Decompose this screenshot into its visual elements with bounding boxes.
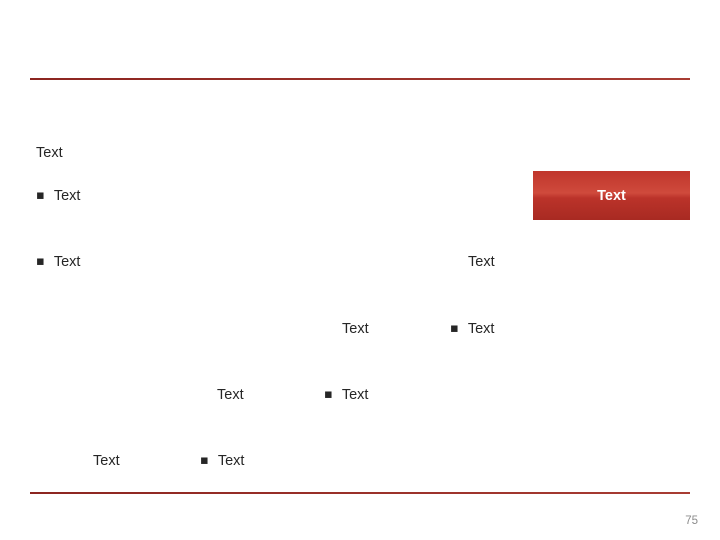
bullet-item-3: ▪ Text — [450, 321, 494, 337]
top-divider — [30, 78, 690, 80]
bullet-square-icon: ▪ — [324, 387, 333, 402]
floating-text-4: Text — [93, 453, 120, 469]
bullet-item-4-label: Text — [341, 387, 369, 403]
red-callout-box-label: Text — [597, 187, 626, 204]
bullet-item-3-label: Text — [467, 321, 495, 337]
red-callout-box[interactable]: Text — [533, 171, 690, 220]
bullet-item-1: ▪ Text — [36, 188, 80, 204]
bullet-square-icon: ▪ — [450, 321, 459, 336]
page-number: 75 — [685, 515, 698, 527]
bullet-item-5: ▪ Text — [200, 453, 244, 469]
floating-text-1: Text — [468, 254, 495, 270]
bullet-square-icon: ▪ — [200, 453, 209, 468]
bullet-item-5-label: Text — [217, 453, 245, 469]
bullet-item-2: ▪ Text — [36, 254, 80, 270]
heading-text: Text — [36, 145, 63, 161]
bullet-square-icon: ▪ — [36, 254, 45, 269]
bullet-item-2-label: Text — [53, 254, 81, 270]
floating-text-2: Text — [342, 321, 369, 337]
slide-canvas: Text ▪ Text Text ▪ Text Text Text ▪ Text… — [0, 0, 720, 540]
bullet-square-icon: ▪ — [36, 188, 45, 203]
floating-text-3: Text — [217, 387, 244, 403]
bottom-divider — [30, 492, 690, 494]
bullet-item-1-label: Text — [53, 188, 81, 204]
bullet-item-4: ▪ Text — [324, 387, 368, 403]
